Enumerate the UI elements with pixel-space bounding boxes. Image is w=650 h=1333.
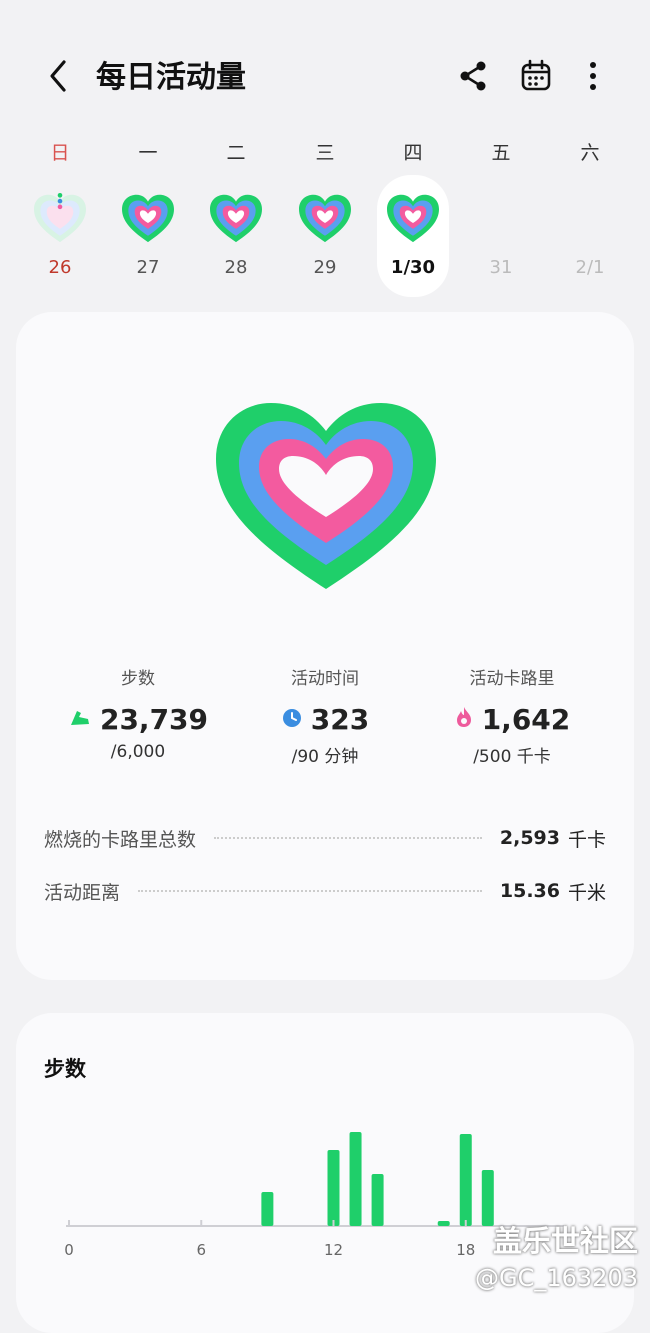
calendar-button[interactable]	[516, 56, 556, 96]
day-item-2-1[interactable]: 2/1	[555, 175, 625, 295]
steps-bar	[481, 1170, 494, 1226]
day-number: 2/1	[575, 257, 605, 278]
metric-value-row: 1,642	[412, 703, 612, 736]
back-chevron-icon	[50, 60, 66, 92]
back-button[interactable]	[40, 56, 80, 96]
activity-heart-icon	[387, 194, 439, 243]
activity-rings-heart	[216, 403, 436, 589]
activity-heart-icon	[210, 194, 262, 243]
x-tick-label: 12	[324, 1241, 343, 1259]
more-options-button[interactable]	[573, 56, 613, 96]
weekday-label: 六	[580, 142, 600, 164]
active-calories-value: 1,642	[481, 703, 571, 736]
x-tick-label: 6	[196, 1241, 206, 1259]
row-value: 15.36	[499, 880, 560, 902]
active-calories-goal: /500 千卡	[473, 747, 551, 767]
metric-steps: 步数 23,739 /6,000	[38, 664, 238, 762]
page-title: 每日活动量	[96, 60, 246, 95]
steps-value: 23,739	[99, 703, 209, 736]
row-label: 燃烧的卡路里总数	[44, 828, 197, 851]
row-unit: 千米	[567, 881, 606, 904]
metric-value-row: 23,739	[38, 703, 238, 736]
dotted-leader	[138, 890, 482, 892]
steps-bar	[327, 1150, 340, 1226]
day-number: 1/30	[390, 257, 436, 278]
dotted-leader	[214, 837, 482, 839]
day-number: 26	[48, 257, 72, 278]
metric-active-time: 活动时间 323 /90 分钟	[225, 664, 425, 767]
day-item-selected[interactable]: 1/30	[377, 175, 449, 297]
watermark-handle: @GC_163203	[475, 1264, 638, 1292]
row-value: 2,593	[499, 827, 560, 849]
day-item-26[interactable]: 26	[25, 175, 95, 295]
calendar-icon	[521, 59, 551, 91]
share-icon	[460, 61, 486, 91]
day-item-29[interactable]: 29	[290, 175, 360, 295]
row-label: 活动距离	[44, 881, 121, 904]
day-selector: 26 27 28 29 1/30 31 2/1	[0, 175, 650, 300]
x-tick-label: 18	[456, 1241, 475, 1259]
steps-bar-chart: 0 6 12 18	[64, 1132, 564, 1259]
weekday-label: 二	[226, 142, 246, 164]
day-number: 28	[224, 257, 248, 278]
metric-label: 活动时间	[291, 669, 359, 689]
metric-label: 活动卡路里	[469, 669, 555, 689]
weekday-label: 三	[315, 142, 335, 164]
clock-icon	[281, 703, 303, 736]
x-tick-label: 0	[64, 1241, 74, 1259]
weekday-label: 日	[50, 142, 70, 164]
weekday-label: 一	[138, 142, 158, 164]
steps-bar	[437, 1221, 450, 1226]
day-number: 31	[489, 257, 513, 278]
flame-icon	[454, 703, 474, 736]
more-vertical-icon	[590, 62, 596, 90]
day-item-27[interactable]: 27	[113, 175, 183, 295]
metric-value-row: 323	[225, 703, 425, 736]
row-unit: 千卡	[567, 828, 606, 851]
app-header: 每日活动量	[0, 0, 650, 150]
steps-bar	[371, 1174, 384, 1226]
steps-bar	[349, 1132, 362, 1226]
activity-heart-icon	[34, 193, 86, 243]
day-number: 29	[313, 257, 337, 278]
active-time-value: 323	[310, 703, 370, 736]
metric-active-calories: 活动卡路里 1,642 /500 千卡	[412, 664, 612, 767]
total-calories-row: 燃烧的卡路里总数 2,593 千卡	[44, 823, 606, 853]
activity-summary-card: 步数 23,739 /6,000 活动时间 323 /90 分钟 活动卡路里 1…	[16, 312, 634, 980]
shoe-icon	[68, 703, 92, 736]
active-distance-row: 活动距离 15.36 千米	[44, 876, 606, 906]
activity-heart-icon	[299, 194, 351, 243]
day-item-28[interactable]: 28	[201, 175, 271, 295]
weekday-label: 五	[491, 142, 511, 164]
watermark-text: 盖乐世社区	[492, 1224, 638, 1258]
share-button[interactable]	[454, 56, 494, 96]
steps-bar	[459, 1134, 472, 1226]
active-time-goal: /90 分钟	[291, 747, 359, 767]
steps-chart-title: 步数	[44, 1057, 86, 1081]
day-number: 27	[136, 257, 160, 278]
day-item-31[interactable]: 31	[466, 175, 536, 295]
weekday-row: 日 一 二 三 四 五 六	[0, 140, 650, 170]
metric-label: 步数	[121, 669, 155, 689]
activity-heart-icon	[122, 194, 174, 243]
weekday-label: 四	[403, 142, 423, 164]
steps-goal: /6,000	[110, 742, 166, 762]
steps-bar	[261, 1192, 274, 1226]
